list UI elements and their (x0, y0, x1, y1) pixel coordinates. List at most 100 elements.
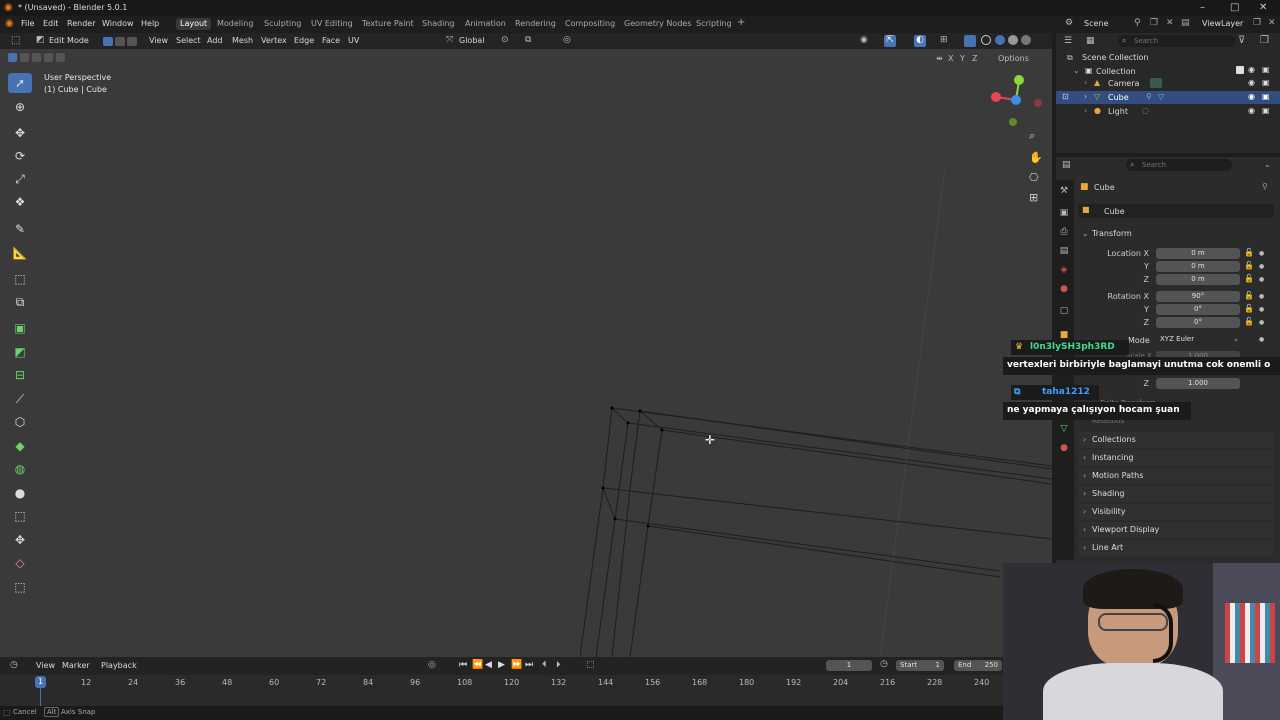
pivot-icon[interactable]: ⊙ (501, 35, 509, 45)
expand-icon[interactable]: › (1084, 92, 1087, 101)
copy-icon[interactable]: ❐ (1150, 18, 1158, 28)
prev-keyframe-icon[interactable]: ⏪ (472, 660, 483, 670)
material-shading-icon[interactable] (1008, 35, 1018, 45)
current-frame-field[interactable]: 1 (826, 660, 872, 671)
blender-menu-icon[interactable]: ◉ (5, 18, 14, 29)
rotation-mode-dropdown[interactable]: XYZ Euler (1156, 334, 1240, 345)
keyframe-dot-icon[interactable]: ● (1259, 250, 1264, 257)
location-z-field[interactable]: 0 m (1156, 274, 1240, 285)
shear-tool[interactable]: ✥ (8, 530, 32, 550)
rip-tool[interactable]: ◇ (8, 553, 32, 573)
minimize-button[interactable]: – (1200, 2, 1205, 13)
face-select-button[interactable] (127, 37, 137, 46)
menu-add[interactable]: Add (207, 36, 223, 45)
auto-keying-icon[interactable]: ◎ (428, 660, 436, 670)
scene-selector[interactable]: Scene (1084, 19, 1108, 28)
shrink-fatten-tool[interactable]: ● (8, 483, 32, 503)
line-art-panel-header[interactable]: › Line Art (1078, 540, 1274, 556)
select-invert-icon[interactable] (44, 53, 53, 62)
play-reverse-icon[interactable]: ◀ (485, 660, 492, 670)
options-button[interactable]: Options (998, 54, 1029, 63)
knife-tool[interactable]: ⟋ (8, 389, 32, 409)
select-extend-icon[interactable] (20, 53, 29, 62)
menu-mesh[interactable]: Mesh (232, 36, 253, 45)
properties-search-input[interactable]: ⌕ Search (1126, 159, 1232, 171)
next-marker-icon[interactable]: ⏵ (556, 660, 561, 670)
expand-icon[interactable]: › (1084, 106, 1087, 115)
smooth-tool[interactable]: ◍ (8, 459, 32, 479)
location-y-field[interactable]: 0 m (1156, 261, 1240, 272)
keyframe-dot-icon[interactable]: ● (1259, 319, 1264, 326)
edit-mode-indicator-icon[interactable]: ⊡ (1062, 92, 1069, 101)
motion-paths-panel-header[interactable]: › Motion Paths (1078, 468, 1274, 484)
mesh-edit-overlay-icon[interactable]: ⊞ (940, 35, 948, 45)
scale-tool[interactable]: ⤢ (8, 169, 32, 189)
collection-render-icon[interactable]: ▣ (1262, 65, 1270, 74)
measure-tool[interactable]: 📐 (8, 243, 32, 263)
light-visibility-icon[interactable]: ◉ (1248, 106, 1255, 115)
mirror-z-toggle[interactable]: Z (972, 54, 977, 63)
3d-viewport[interactable]: User Perspective (1) Cube | Cube ⇹ X Y Z… (0, 49, 1052, 657)
menu-vertex[interactable]: Vertex (261, 36, 287, 45)
tab-texture-paint[interactable]: Texture Paint (362, 19, 414, 28)
lock-rotation-z-icon[interactable]: 🔓 (1244, 317, 1254, 326)
collection-checkbox[interactable] (1236, 66, 1244, 74)
output-tab-icon[interactable]: ⎙ (1058, 227, 1070, 239)
tool-tab-icon[interactable]: ⚒ (1058, 186, 1070, 198)
mirror-y-toggle[interactable]: Y (960, 54, 965, 63)
menu-select[interactable]: Select (176, 36, 201, 45)
spin-tool[interactable]: ◆ (8, 436, 32, 456)
viewport-display-panel-header[interactable]: › Viewport Display (1078, 522, 1274, 538)
collection-label[interactable]: Collection (1096, 67, 1136, 76)
cursor-tool[interactable]: ⊕ (8, 97, 32, 117)
rotation-y-field[interactable]: 0° (1156, 304, 1240, 315)
lock-rotation-y-icon[interactable]: 🔓 (1244, 304, 1254, 313)
poly-build-tool[interactable]: ⬡ (8, 412, 32, 432)
menu-face[interactable]: Face (322, 36, 340, 45)
camera-view-icon[interactable]: ⎔ (1029, 171, 1039, 184)
menu-view[interactable]: View (149, 36, 168, 45)
lock-location-x-icon[interactable]: 🔓 (1244, 248, 1254, 257)
pan-hand-icon[interactable]: ✋ (1029, 151, 1043, 164)
lock-rotation-x-icon[interactable]: 🔓 (1244, 291, 1254, 300)
transform-panel-header[interactable]: ⌄ Transform (1078, 226, 1274, 242)
location-x-field[interactable]: 0 m (1156, 248, 1240, 259)
outliner-row-light[interactable]: › ● Light ◌ ◉ ▣ (1056, 105, 1280, 118)
tab-rendering[interactable]: Rendering (515, 19, 556, 28)
solid-shading-icon[interactable] (995, 35, 1005, 45)
overlay-toggle-icon[interactable]: ◐ (914, 35, 926, 47)
timeline-menu-view[interactable]: View (36, 661, 55, 670)
lock-location-z-icon[interactable]: 🔓 (1244, 274, 1254, 283)
xray-toggle-icon[interactable] (964, 35, 976, 47)
inset-tool[interactable]: ▣ (8, 318, 32, 338)
proportional-edit-icon[interactable]: ◎ (563, 35, 571, 45)
shading-panel-header[interactable]: › Shading (1078, 486, 1274, 502)
collection-expand-icon[interactable]: ⌄ (1073, 66, 1080, 75)
move-tool[interactable]: ✥ (8, 123, 32, 143)
light-render-icon[interactable]: ▣ (1262, 106, 1270, 115)
camera-render-icon[interactable]: ▣ (1262, 78, 1270, 87)
mode-selector[interactable]: Edit Mode (49, 36, 89, 45)
rotation-z-field[interactable]: 0° (1156, 317, 1240, 328)
start-frame-field[interactable]: Start 1 (896, 660, 944, 671)
menu-edit[interactable]: Edit (43, 19, 59, 28)
filter-icon[interactable]: ⊽ (1238, 35, 1245, 46)
next-keyframe-icon[interactable]: ⏩ (511, 660, 522, 670)
object-name-field[interactable]: ■ Cube (1078, 204, 1274, 218)
outliner-search-input[interactable]: ⌕ Search (1118, 35, 1236, 47)
new-viewlayer-icon[interactable]: ❐ (1253, 18, 1261, 28)
visibility-icon[interactable]: ◉ (860, 35, 868, 45)
outliner-row-camera[interactable]: › ▲ Camera ◉ ▣ (1056, 77, 1280, 90)
snap-icon[interactable]: ⧉ (525, 35, 531, 45)
prev-marker-icon[interactable]: ⏴ (542, 660, 547, 670)
tab-uv-editing[interactable]: UV Editing (311, 19, 353, 28)
mirror-x-toggle[interactable]: X (948, 54, 953, 63)
data-tab-icon[interactable]: ▽ (1058, 424, 1070, 436)
select-mode-buttons[interactable] (4, 51, 74, 64)
tab-shading[interactable]: Shading (422, 19, 455, 28)
remove-viewlayer-icon[interactable]: ✕ (1268, 18, 1276, 28)
menu-edge[interactable]: Edge (294, 36, 314, 45)
close-button[interactable]: ✕ (1259, 2, 1267, 13)
tab-scripting[interactable]: Scripting (696, 19, 732, 28)
timeline-menu-marker[interactable]: Marker (62, 661, 90, 670)
